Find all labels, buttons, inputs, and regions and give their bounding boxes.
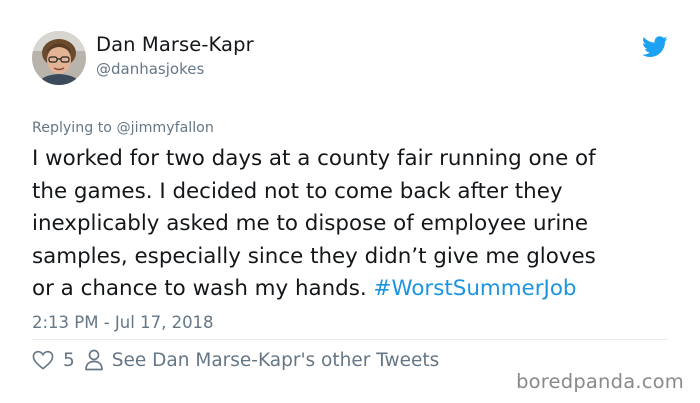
tweet-text: I worked for two days at a county fair r… bbox=[32, 143, 680, 306]
tweet-text-line-last: or a chance to wash my hands. #WorstSumm… bbox=[32, 273, 680, 306]
author-display-name[interactable]: Dan Marse-Kapr bbox=[96, 33, 254, 56]
hashtag-link[interactable]: #WorstSummerJob bbox=[374, 276, 577, 301]
author-handle[interactable]: @danhasjokes bbox=[96, 60, 204, 78]
avatar[interactable] bbox=[32, 31, 86, 85]
tweet-text-line: or a chance to wash my hands. bbox=[32, 276, 374, 301]
tweet-text-line: I worked for two days at a county fair r… bbox=[32, 146, 596, 171]
twitter-bird-icon[interactable] bbox=[642, 36, 668, 58]
other-tweets-link[interactable]: See Dan Marse-Kapr's other Tweets bbox=[112, 350, 439, 371]
like-count: 5 bbox=[63, 349, 75, 371]
avatar-photo bbox=[32, 31, 86, 85]
tweet-timestamp[interactable]: 2:13 PM - Jul 17, 2018 bbox=[32, 313, 214, 332]
watermark: boredpanda.com bbox=[516, 370, 684, 393]
tweet-text-line: the games. I decided not to come back af… bbox=[32, 178, 563, 204]
tweet-text-line: inexplicably asked me to dispose of empl… bbox=[32, 211, 588, 236]
divider bbox=[32, 339, 668, 340]
replying-to-text[interactable]: Replying to @jimmyfallon bbox=[32, 120, 214, 136]
embedded-tweet-card: Dan Marse-Kapr @danhasjokes Replying to … bbox=[0, 0, 700, 403]
tweet-actions: 5 See Dan Marse-Kapr's other Tweets bbox=[32, 346, 439, 374]
tweet-text-line: samples, especially since they didn’t gi… bbox=[32, 243, 596, 269]
heart-icon[interactable] bbox=[32, 350, 54, 370]
person-icon bbox=[84, 349, 104, 371]
